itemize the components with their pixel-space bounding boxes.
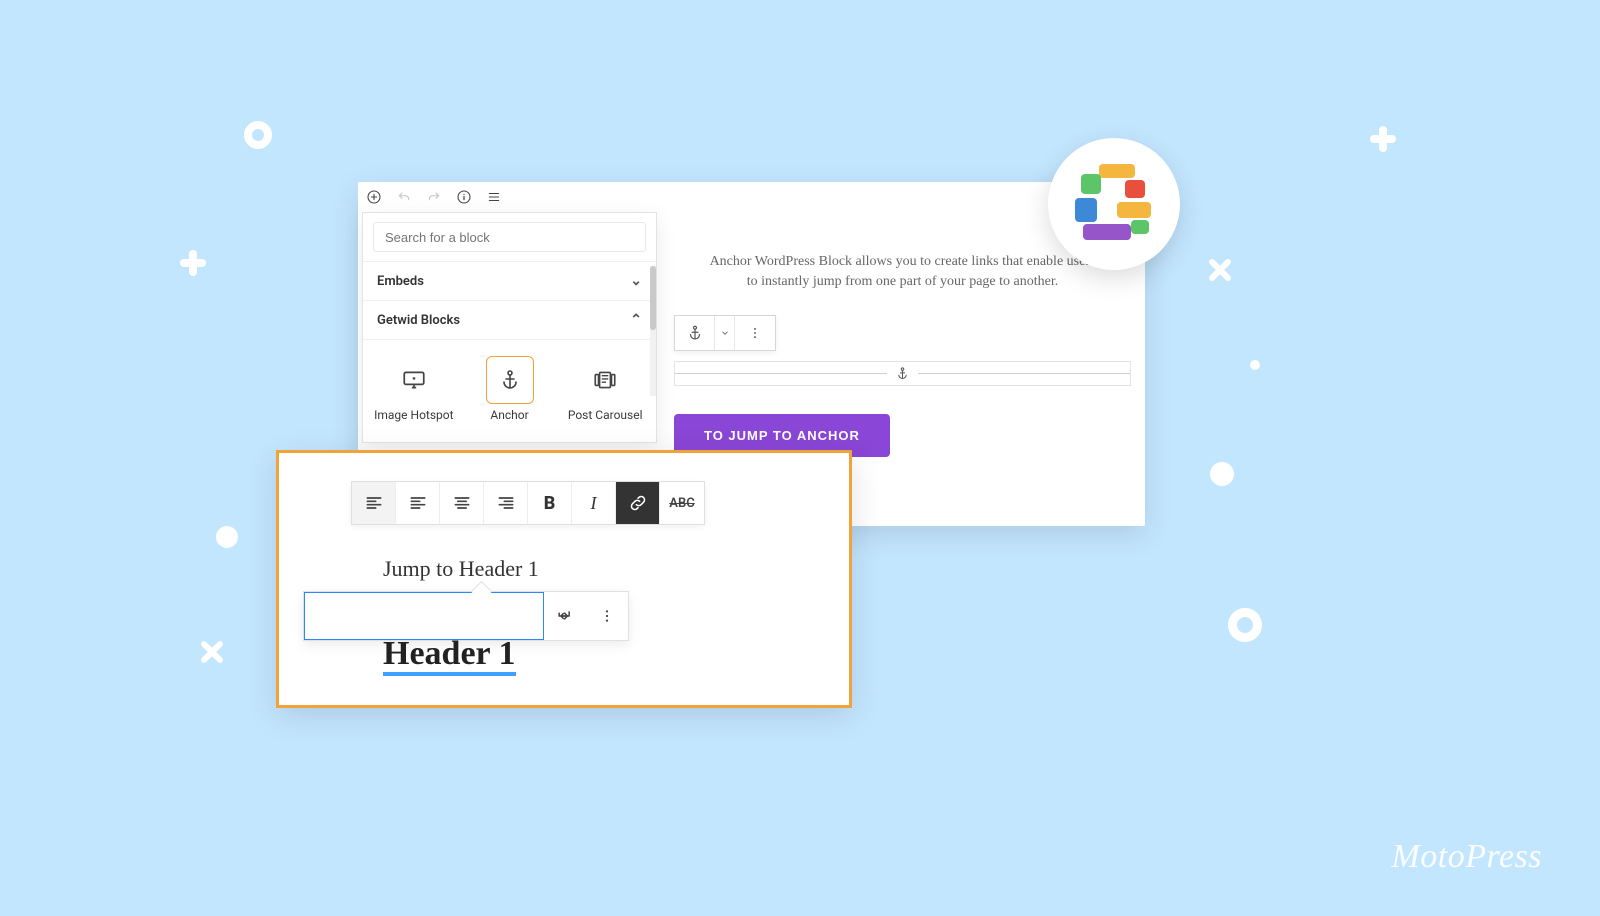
link-button[interactable]	[616, 482, 660, 524]
paragraph-toolbar: B I ABC	[351, 481, 705, 525]
highlight-panel: B I ABC Jump to Header 1 Header 1	[276, 450, 852, 708]
align-left-button[interactable]	[396, 482, 440, 524]
chevron-up-icon: ⌃	[630, 312, 642, 328]
anchor-divider	[674, 361, 1131, 386]
link-popover	[303, 591, 629, 641]
tile-post-carousel[interactable]: Post Carousel	[560, 350, 650, 428]
carousel-icon	[581, 356, 629, 404]
getwid-badge	[1048, 138, 1180, 270]
anchor-icon	[887, 366, 918, 381]
toolbar-anchor-icon[interactable]	[675, 316, 715, 350]
info-button[interactable]	[454, 187, 474, 207]
deco-circle-bottom-right	[1228, 608, 1262, 642]
canvas: Embeds ⌄ Getwid Blocks ⌃ Image Hotspot	[0, 0, 1600, 916]
toolbar-chevron-icon[interactable]	[715, 316, 735, 350]
section-getwid[interactable]: Getwid Blocks ⌃	[363, 301, 656, 340]
tile-label: Anchor	[467, 408, 553, 422]
align-right-button[interactable]	[484, 482, 528, 524]
tile-label: Image Hotspot	[371, 408, 457, 422]
link-more-button[interactable]	[586, 592, 628, 640]
toolbar-more-icon[interactable]	[735, 316, 775, 350]
deco-plus-top-right	[1370, 126, 1396, 152]
editor-topbar	[358, 182, 1145, 212]
getwid-logo-icon	[1075, 164, 1153, 244]
tile-image-hotspot[interactable]: Image Hotspot	[369, 350, 459, 428]
block-picker-panel: Embeds ⌄ Getwid Blocks ⌃ Image Hotspot	[362, 212, 657, 443]
undo-button[interactable]	[394, 187, 414, 207]
monitor-icon	[390, 356, 438, 404]
strikethrough-button[interactable]: ABC	[660, 482, 704, 524]
block-grid: Image Hotspot Anchor Post Carousel	[363, 340, 656, 442]
preview-area: Anchor WordPress Block allows you to cre…	[668, 228, 1137, 457]
chevron-down-icon: ⌄	[630, 273, 642, 289]
align-widget-button[interactable]	[352, 482, 396, 524]
italic-button[interactable]: I	[572, 482, 616, 524]
scrollbar-thumb[interactable]	[650, 266, 656, 330]
add-block-button[interactable]	[364, 187, 384, 207]
align-center-button[interactable]	[440, 482, 484, 524]
apply-link-button[interactable]	[544, 592, 586, 640]
redo-button[interactable]	[424, 187, 444, 207]
paragraph-text[interactable]: Jump to Header 1	[383, 556, 539, 582]
anchor-icon	[486, 356, 534, 404]
heading-text-inner: Header 1	[383, 635, 516, 676]
block-search-input[interactable]	[373, 222, 646, 252]
brand-signature: MotoPress	[1391, 838, 1542, 876]
tile-label: Post Carousel	[562, 408, 648, 422]
deco-plus-left	[180, 250, 206, 276]
section-embeds[interactable]: Embeds ⌄	[363, 262, 656, 301]
section-getwid-label: Getwid Blocks	[377, 313, 460, 328]
deco-x-bottom-left	[200, 640, 226, 666]
divider-line-right	[918, 373, 1130, 374]
deco-dot-small	[1250, 360, 1260, 370]
heading-text[interactable]: Header 1	[383, 635, 516, 673]
tools-button[interactable]	[484, 187, 504, 207]
anchor-description: Anchor WordPress Block allows you to cre…	[708, 252, 1097, 293]
block-search-wrap	[363, 213, 656, 262]
divider-line-left	[675, 373, 887, 374]
tile-anchor[interactable]: Anchor	[465, 350, 555, 428]
deco-dot-mid-left	[216, 526, 238, 548]
section-embeds-label: Embeds	[377, 274, 424, 289]
deco-x-right	[1208, 258, 1236, 286]
anchor-block-toolbar	[674, 315, 776, 351]
link-url-input[interactable]	[304, 592, 544, 640]
deco-circle-top-left	[244, 121, 272, 149]
bold-button[interactable]: B	[528, 482, 572, 524]
deco-dot-right	[1210, 462, 1234, 486]
